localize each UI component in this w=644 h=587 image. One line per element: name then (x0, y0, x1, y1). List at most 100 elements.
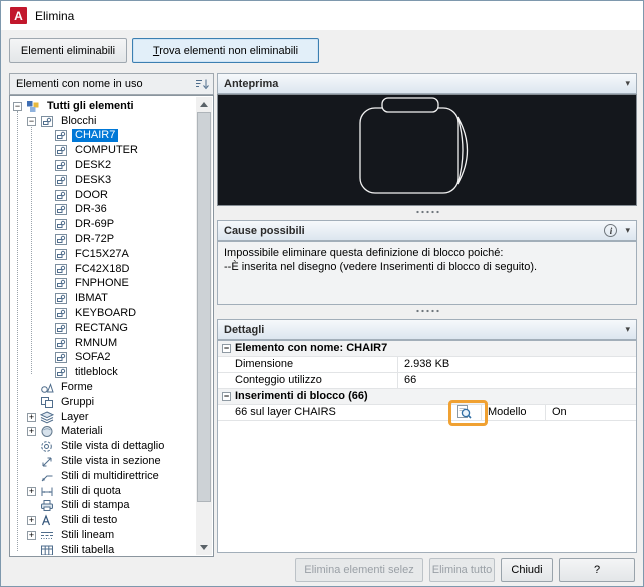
details-label: Dimensione (218, 357, 398, 372)
details-group-label: Elemento con nome: CHAIR7 (235, 342, 388, 354)
section-view-style-icon (40, 455, 55, 468)
tree-item-stili-lineam[interactable]: + Stili lineam (11, 528, 196, 543)
preview-header-label: Anteprima (224, 77, 279, 90)
tree-item-sofa2[interactable]: SOFA2 (11, 351, 196, 366)
purge-all-button[interactable]: Elimina tutto (429, 558, 495, 582)
tree-item-computer[interactable]: COMPUTER (11, 143, 196, 158)
chevron-down-icon[interactable]: ▾ (625, 78, 630, 89)
causes-header-label: Cause possibili (224, 224, 305, 237)
insert-label-cell: 66 sul layer CHAIRS (218, 400, 488, 426)
tree-item-fc42x18d[interactable]: FC42X18D (11, 262, 196, 277)
tree-item-label: KEYBOARD (75, 307, 137, 320)
tree-item-chair7[interactable]: CHAIR7 (11, 129, 196, 144)
scroll-down-icon[interactable] (196, 540, 212, 555)
collapse-icon[interactable]: − (27, 116, 36, 126)
collapse-icon[interactable]: − (222, 344, 231, 353)
tree-item-label: COMPUTER (75, 144, 138, 157)
find-non-purgeable-button[interactable]: Trova elementi non eliminabili (132, 38, 319, 63)
tree-header-label: Elementi con nome in uso (16, 78, 143, 90)
tree-item-forme[interactable]: Forme (11, 380, 196, 395)
tree-item-stili-di-multidirettrice[interactable]: Stili di multidirettrice (11, 469, 196, 484)
expand-icon[interactable]: + (27, 486, 36, 496)
tree-item-titleblock[interactable]: titleblock (11, 365, 196, 380)
tree-item-label: Stile vista di dettaglio (61, 440, 165, 453)
tree-item-label: FC42X18D (75, 262, 130, 275)
tree-item-stili-di-quota[interactable]: + Stili di quota (11, 484, 196, 499)
tree-item-tutti-gli-elementi[interactable]: − Tutti gli elementi (11, 99, 196, 114)
purge-selected-button[interactable]: Elimina elementi selez (295, 558, 423, 582)
close-button[interactable]: Chiudi (501, 558, 553, 582)
scroll-thumb[interactable] (197, 112, 211, 502)
tree-item-gruppi[interactable]: Gruppi (11, 395, 196, 410)
expand-icon[interactable]: + (27, 412, 36, 422)
tree: − Tutti gli elementi − Blocchi CHAIR7 COMPUTE… (11, 97, 196, 555)
help-button[interactable]: ? (559, 558, 635, 582)
purgeable-items-button[interactable]: Elementi eliminabili (9, 38, 127, 63)
annotation-highlight-box (448, 400, 488, 426)
tree-item-blocchi[interactable]: − Blocchi (11, 114, 196, 129)
tree-item-label: Stili lineam (61, 529, 115, 541)
tree-item-layer[interactable]: + Layer (11, 410, 196, 425)
tree-item-dr-69p[interactable]: DR-69P (11, 217, 196, 232)
tree-item-door[interactable]: DOOR (11, 188, 196, 203)
tree-item-stile-vista-in-sezione[interactable]: Stile vista in sezione (11, 454, 196, 469)
block-icon (54, 159, 69, 172)
tree-item-stili-di-stampa[interactable]: Stili di stampa (11, 499, 196, 514)
insert-label: 66 sul layer CHAIRS (235, 406, 336, 418)
insert-state-cell: On (552, 406, 567, 418)
block-icon (54, 144, 69, 157)
tree-item-keyboard[interactable]: KEYBOARD (11, 306, 196, 321)
tree-item-label: Blocchi (61, 114, 97, 127)
collapse-icon[interactable]: − (13, 101, 22, 111)
tree-item-fnphone[interactable]: FNPHONE (11, 277, 196, 292)
plot-style-icon (40, 499, 55, 512)
sort-icon[interactable] (194, 77, 210, 91)
causes-line-1: Impossibile eliminare questa definizione… (224, 247, 504, 259)
chevron-down-icon[interactable]: ▾ (625, 225, 630, 236)
tree-item-label: FC15X27A (75, 247, 129, 260)
tree-item-fc15x27a[interactable]: FC15X27A (11, 247, 196, 262)
tree-item-stile-vista-di-dettaglio[interactable]: Stile vista di dettaglio (11, 439, 196, 454)
tree-item-dr-36[interactable]: DR-36 (11, 203, 196, 218)
tree-item-stili-di-testo[interactable]: + Stili di testo (11, 513, 196, 528)
tree-item-label: FNPHONE (75, 277, 129, 290)
collapse-icon[interactable]: − (222, 392, 231, 401)
tree-item-label: RECTANG (75, 321, 128, 334)
tree-item-dr-72p[interactable]: DR-72P (11, 232, 196, 247)
insert-space-cell: Modello (482, 405, 546, 420)
layers-icon (40, 411, 55, 424)
block-icon (54, 233, 69, 246)
titlebar: A Elimina (1, 1, 643, 30)
details-table: − Elemento con nome: CHAIR7 Dimensione 2.93… (217, 340, 637, 553)
tree-item-label: DESK3 (75, 173, 112, 186)
tree-item-label: Layer (61, 410, 89, 423)
scroll-up-icon[interactable] (196, 97, 212, 112)
info-icon[interactable]: i (604, 224, 618, 237)
expand-icon[interactable]: + (27, 516, 36, 526)
splitter-dots[interactable] (415, 210, 440, 214)
block-icon (54, 277, 69, 290)
tree-item-label: Materiali (61, 425, 103, 438)
tree-item-rmnum[interactable]: RMNUM (11, 336, 196, 351)
detail-view-style-icon (40, 440, 55, 453)
block-icon (54, 337, 69, 350)
tree-item-ibmat[interactable]: IBMAT (11, 291, 196, 306)
tree-item-rectang[interactable]: RECTANG (11, 321, 196, 336)
tree-item-materiali[interactable]: + Materiali (11, 425, 196, 440)
splitter-dots[interactable] (415, 309, 440, 313)
tree-scrollbar[interactable] (196, 97, 212, 555)
tree-item-stili-tabella[interactable]: Stili tabella (11, 543, 196, 555)
preview-section-header: Anteprima ▾ (217, 73, 637, 94)
chevron-down-icon[interactable]: ▾ (625, 324, 630, 335)
expand-icon[interactable]: + (27, 531, 36, 540)
tree-item-label: DR-36 (75, 203, 107, 216)
block-icon (54, 174, 69, 187)
details-value: 66 (404, 374, 417, 386)
block-icon (54, 248, 69, 261)
tree-item-label: Stili di multidirettrice (61, 469, 159, 482)
tree-item-desk2[interactable]: DESK2 (11, 158, 196, 173)
preview-chair-drawing (359, 97, 469, 194)
text-style-icon (40, 514, 55, 527)
tree-item-desk3[interactable]: DESK3 (11, 173, 196, 188)
expand-icon[interactable]: + (27, 427, 36, 437)
